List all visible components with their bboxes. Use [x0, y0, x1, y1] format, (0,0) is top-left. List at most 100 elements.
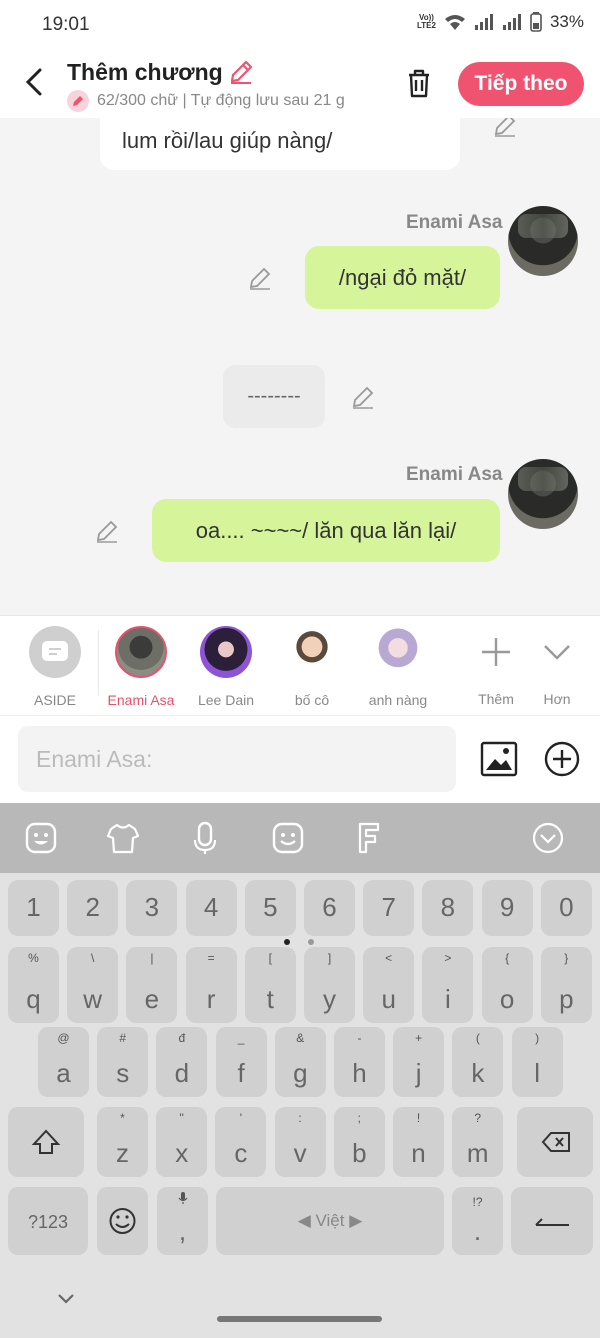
- divider: [98, 630, 99, 696]
- add-circle-icon[interactable]: [543, 740, 581, 778]
- key-z[interactable]: * z: [97, 1107, 148, 1177]
- key-r[interactable]: = r: [185, 947, 237, 1023]
- pencil-icon: [67, 90, 89, 112]
- sender-name: Enami Asa: [406, 464, 503, 485]
- edit-title-icon[interactable]: [227, 58, 255, 86]
- avatar: [200, 626, 252, 678]
- enter-key[interactable]: [511, 1187, 593, 1255]
- period-key[interactable]: !?.: [452, 1187, 503, 1255]
- editor-header: Thêm chương 62/300 chữ | Tự động lưu sau…: [0, 50, 600, 118]
- key-v[interactable]: :v: [274, 1107, 326, 1177]
- key-s[interactable]: # s: [97, 1027, 149, 1097]
- character-aside[interactable]: ASIDE: [15, 626, 95, 708]
- avatar: [286, 626, 338, 678]
- key-8[interactable]: 8: [422, 880, 474, 936]
- key-w[interactable]: \ w: [67, 947, 119, 1023]
- edit-message-icon[interactable]: [350, 384, 376, 410]
- signal-icon-2: [502, 14, 521, 30]
- key-y[interactable]: ] y: [304, 947, 355, 1023]
- key-5[interactable]: 5: [244, 880, 296, 936]
- character-bo-co[interactable]: bố cô: [272, 626, 352, 708]
- shift-key[interactable]: [8, 1107, 84, 1177]
- space-key[interactable]: ◀︎ Việt ▶︎: [216, 1187, 444, 1255]
- edit-message-icon[interactable]: [247, 265, 273, 291]
- sender-name: Enami Asa: [406, 212, 503, 233]
- key-t[interactable]: [t: [244, 947, 296, 1023]
- microphone-icon[interactable]: [187, 820, 223, 856]
- key-a[interactable]: @ a: [38, 1027, 89, 1097]
- character-lee-dain[interactable]: Lee Dain: [186, 626, 266, 708]
- expand-characters-button[interactable]: Hơn: [517, 626, 597, 707]
- aside-icon: [29, 626, 81, 678]
- key-k[interactable]: (k: [452, 1027, 504, 1097]
- key-9[interactable]: 9: [481, 880, 533, 936]
- message-bubble-right[interactable]: oa.... ~~~~/ lăn qua lăn lại/: [152, 499, 500, 562]
- back-arrow-icon[interactable]: [20, 64, 50, 100]
- key-q[interactable]: % q: [8, 947, 59, 1023]
- key-7[interactable]: 7: [363, 880, 415, 936]
- key-e[interactable]: | e: [126, 947, 178, 1023]
- message-bubble-right[interactable]: /ngại đỏ mặt/: [305, 246, 500, 309]
- key-0[interactable]: 0: [540, 880, 592, 936]
- avatar[interactable]: [508, 206, 578, 276]
- battery-level: 33%: [549, 12, 584, 31]
- key-b[interactable]: ; b: [333, 1107, 385, 1177]
- message-bubble-left[interactable]: em ơi kia anh mới tắm lum rồi/lau giúp n…: [100, 118, 460, 170]
- image-icon[interactable]: [480, 740, 518, 778]
- clock: 19:01: [42, 14, 90, 35]
- chat-area[interactable]: em ơi kia anh mới tắm lum rồi/lau giúp n…: [0, 118, 600, 615]
- trash-icon[interactable]: [402, 66, 436, 100]
- key-3[interactable]: 3: [126, 880, 178, 936]
- key-u[interactable]: < u: [363, 947, 415, 1023]
- avatar[interactable]: [508, 459, 578, 529]
- next-button[interactable]: Tiếp theo: [458, 62, 584, 106]
- backspace-key[interactable]: [517, 1107, 593, 1177]
- plus-icon: [482, 638, 510, 666]
- comma-key[interactable]: ,: [157, 1187, 208, 1255]
- shift-icon: [31, 1129, 61, 1154]
- chevron-down-icon[interactable]: [56, 1292, 76, 1306]
- battery-icon: [530, 12, 542, 32]
- aside-bubble[interactable]: --------: [223, 365, 325, 428]
- emoji-icon: [109, 1208, 136, 1234]
- theme-shirt-icon[interactable]: [105, 820, 141, 856]
- key-d[interactable]: đd: [156, 1027, 208, 1097]
- page-title: Thêm chương: [67, 58, 223, 85]
- character-selector: ASIDE Enami Asa Lee Dain bố cô anh nàng …: [0, 615, 600, 715]
- key-4[interactable]: 4: [185, 880, 237, 936]
- key-g[interactable]: & g: [274, 1027, 326, 1097]
- key-i[interactable]: > i: [422, 947, 474, 1023]
- character-enami-asa[interactable]: Enami Asa: [101, 626, 181, 708]
- symbols-key[interactable]: ?123: [8, 1187, 88, 1255]
- key-2[interactable]: 2: [67, 880, 119, 936]
- volte-indicator: Vo)) LTE2: [417, 13, 436, 30]
- font-icon[interactable]: [351, 820, 387, 856]
- key-l[interactable]: ) l: [511, 1027, 563, 1097]
- home-indicator[interactable]: [217, 1316, 382, 1322]
- emoji-key[interactable]: [97, 1187, 148, 1255]
- emoji-icon[interactable]: [270, 820, 306, 856]
- backspace-icon: [541, 1132, 570, 1152]
- key-1[interactable]: 1: [8, 880, 59, 936]
- key-h[interactable]: -h: [334, 1027, 385, 1097]
- key-o[interactable]: {o: [481, 947, 533, 1023]
- collapse-keyboard-icon[interactable]: [530, 820, 566, 856]
- key-f[interactable]: _ f: [215, 1027, 267, 1097]
- character-anh-nang[interactable]: anh nàng: [358, 626, 438, 708]
- key-j[interactable]: + j: [393, 1027, 445, 1097]
- key-p[interactable]: } p: [540, 947, 592, 1023]
- message-composer: [0, 715, 600, 803]
- status-bar: 19:01 Vo)) LTE2 33%: [0, 0, 600, 50]
- avatar: [372, 626, 424, 678]
- edit-message-icon[interactable]: [94, 518, 120, 544]
- key-6[interactable]: 6: [304, 880, 355, 936]
- message-input[interactable]: [18, 726, 456, 792]
- key-c[interactable]: ' c: [215, 1107, 267, 1177]
- edit-message-icon[interactable]: [492, 118, 518, 138]
- enter-icon: [535, 1218, 569, 1226]
- key-x[interactable]: " x: [156, 1107, 208, 1177]
- wifi-icon: [444, 15, 465, 30]
- key-n[interactable]: ! n: [393, 1107, 444, 1177]
- key-m[interactable]: ? m: [452, 1107, 504, 1177]
- sticker-icon[interactable]: [23, 820, 59, 856]
